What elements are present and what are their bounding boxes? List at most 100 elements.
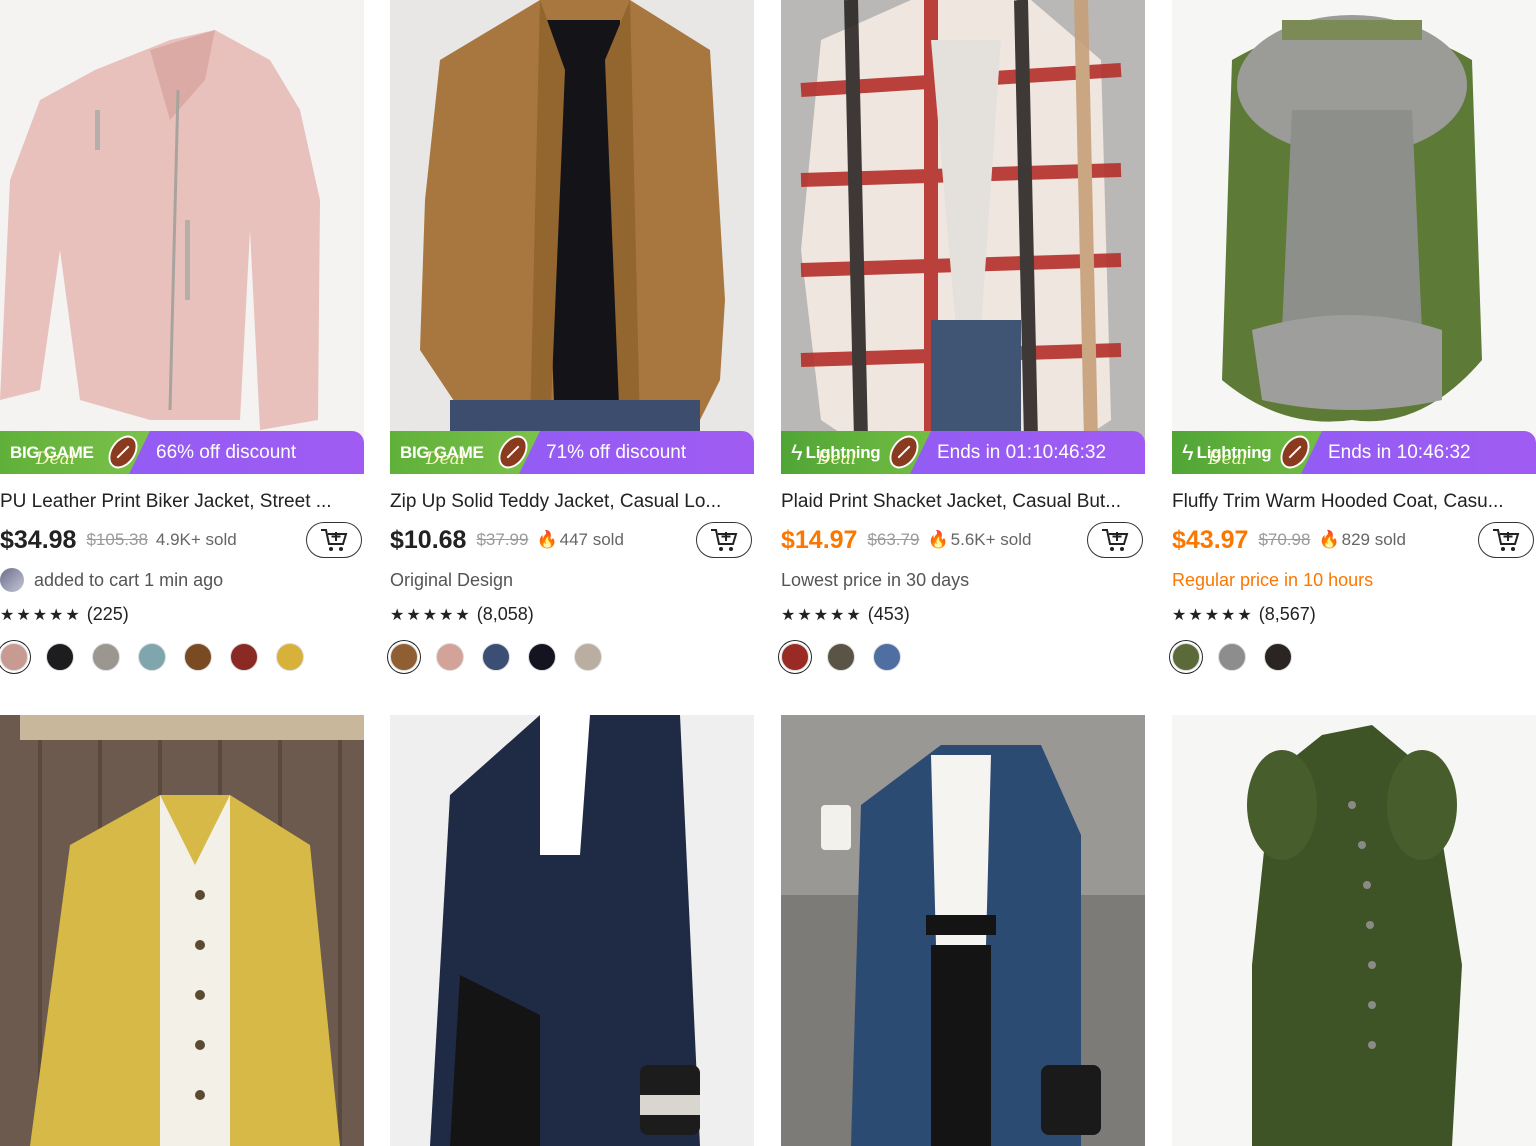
product-card-3[interactable]: ϟ Lightning Deal Ends in 01:10:46:32 Pla… <box>781 0 1147 671</box>
blue-coat-image <box>781 715 1145 1146</box>
product-title[interactable]: Fluffy Trim Warm Hooded Coat, Casu... <box>1172 490 1536 514</box>
product-card-4[interactable]: ϟ Lightning Deal Ends in 10:46:32 Fluffy… <box>1172 0 1536 671</box>
color-swatch[interactable] <box>528 643 556 671</box>
countdown-text: Ends in 01:10:46:32 <box>937 441 1107 463</box>
original-price: $105.38 <box>86 530 148 549</box>
deal-banner: ϟ Lightning Deal Ends in 10:46:32 <box>1172 431 1536 474</box>
product-image[interactable] <box>1172 715 1536 1146</box>
color-swatch[interactable] <box>873 643 901 671</box>
color-swatches <box>0 643 366 671</box>
hooded-coat-image <box>1172 0 1536 474</box>
deal-banner: BIG GAME Deal 71% off discount <box>390 431 754 474</box>
product-image[interactable]: ϟ Lightning Deal Ends in 10:46:32 <box>1172 0 1536 474</box>
product-title[interactable]: Plaid Print Shacket Jacket, Casual But..… <box>781 490 1147 514</box>
big-game-deal-tag: BIG GAME Deal <box>390 431 540 474</box>
current-price: $10.68 <box>390 525 467 554</box>
color-swatch[interactable] <box>574 643 602 671</box>
rating: ★★★★★ (8,058) <box>390 602 756 626</box>
product-image[interactable]: ϟ Lightning Deal Ends in 01:10:46:32 <box>781 0 1145 474</box>
add-to-cart-button[interactable] <box>696 522 752 558</box>
product-image[interactable] <box>781 715 1145 1146</box>
color-swatch[interactable] <box>1218 643 1246 671</box>
price-row: $10.68 $37.99 🔥 447 sold <box>390 520 756 560</box>
color-swatch[interactable] <box>184 643 212 671</box>
football-icon <box>108 435 138 469</box>
color-swatch[interactable] <box>482 643 510 671</box>
price-notice: Regular price in 10 hours <box>1172 570 1374 590</box>
product-card-1[interactable]: BIG GAME Deal 66% off discount PU Leathe… <box>0 0 366 671</box>
product-card-2[interactable]: BIG GAME Deal 71% off discount Zip Up So… <box>390 0 756 671</box>
add-to-cart-button[interactable] <box>306 522 362 558</box>
review-count: (225) <box>86 604 129 624</box>
color-swatch[interactable] <box>781 643 809 671</box>
price-row: $34.98 $105.38 4.9K+ sold <box>0 520 366 560</box>
lightning-icon: ϟ <box>1182 439 1194 465</box>
star-icons: ★★★★★ <box>781 607 863 624</box>
color-swatch[interactable] <box>436 643 464 671</box>
product-title[interactable]: Zip Up Solid Teddy Jacket, Casual Lo... <box>390 490 756 514</box>
color-swatch[interactable] <box>230 643 258 671</box>
star-icons: ★★★★★ <box>1172 607 1254 624</box>
add-to-cart-icon <box>1493 529 1520 551</box>
add-to-cart-button[interactable] <box>1478 522 1534 558</box>
star-icons: ★★★★★ <box>0 607 82 624</box>
sold-count: 🔥 829 sold <box>1318 530 1406 549</box>
color-swatch[interactable] <box>0 643 28 671</box>
sold-count: 🔥 5.6K+ sold <box>927 530 1032 549</box>
social-proof: added to cart 1 min ago <box>0 568 366 592</box>
product-image[interactable]: BIG GAME Deal 71% off discount <box>390 0 754 474</box>
color-swatch[interactable] <box>827 643 855 671</box>
product-image[interactable] <box>0 715 364 1146</box>
lightning-deal-tag: ϟ Lightning Deal <box>781 431 931 474</box>
color-swatch[interactable] <box>390 643 418 671</box>
add-to-cart-button[interactable] <box>1087 522 1143 558</box>
teddy-jacket-image <box>390 0 754 474</box>
product-note: Original Design <box>390 570 514 590</box>
product-title[interactable]: PU Leather Print Biker Jacket, Street ..… <box>0 490 366 514</box>
color-swatch[interactable] <box>276 643 304 671</box>
color-swatch[interactable] <box>1264 643 1292 671</box>
current-price: $14.97 <box>781 525 858 554</box>
color-swatches <box>1172 643 1536 671</box>
product-card-7[interactable] <box>781 715 1147 1146</box>
product-note: Lowest price in 30 days <box>781 570 970 590</box>
yellow-jacket-image <box>0 715 364 1146</box>
lightning-deal-tag: ϟ Lightning Deal <box>1172 431 1322 474</box>
avatar <box>0 568 24 592</box>
football-icon <box>889 435 919 469</box>
star-icons: ★★★★★ <box>390 607 472 624</box>
color-swatch[interactable] <box>46 643 74 671</box>
lightning-icon: ϟ <box>791 439 803 465</box>
review-count: (453) <box>867 604 910 624</box>
rating: ★★★★★ (225) <box>0 602 366 626</box>
original-price: $63.79 <box>867 530 920 549</box>
price-row: $43.97 $70.98 🔥 829 sold <box>1172 520 1536 560</box>
product-card-8[interactable] <box>1172 715 1536 1146</box>
product-card-6[interactable] <box>390 715 756 1146</box>
add-to-cart-icon <box>1102 529 1129 551</box>
add-to-cart-icon <box>711 529 738 551</box>
sold-count: 🔥 447 sold <box>536 530 624 549</box>
original-price: $37.99 <box>476 530 529 549</box>
color-swatches <box>781 643 1147 671</box>
discount-text: 71% off discount <box>546 441 687 463</box>
product-card-5[interactable] <box>0 715 366 1146</box>
deal-banner: BIG GAME Deal 66% off discount <box>0 431 364 474</box>
color-swatches <box>390 643 756 671</box>
review-count: (8,567) <box>1258 604 1316 624</box>
flame-icon: 🔥 <box>927 530 949 549</box>
deal-banner: ϟ Lightning Deal Ends in 01:10:46:32 <box>781 431 1145 474</box>
plaid-shacket-image <box>781 0 1145 474</box>
current-price: $43.97 <box>1172 525 1249 554</box>
price-row: $14.97 $63.79 🔥 5.6K+ sold <box>781 520 1147 560</box>
product-image[interactable]: BIG GAME Deal 66% off discount <box>0 0 364 474</box>
navy-coat-image <box>390 715 754 1146</box>
discount-text: 66% off discount <box>156 441 297 463</box>
add-to-cart-icon <box>321 529 348 551</box>
color-swatch[interactable] <box>138 643 166 671</box>
color-swatch[interactable] <box>1172 643 1200 671</box>
product-image[interactable] <box>390 715 754 1146</box>
current-price: $34.98 <box>0 525 77 554</box>
color-swatch[interactable] <box>92 643 120 671</box>
green-military-coat-image <box>1172 715 1536 1146</box>
